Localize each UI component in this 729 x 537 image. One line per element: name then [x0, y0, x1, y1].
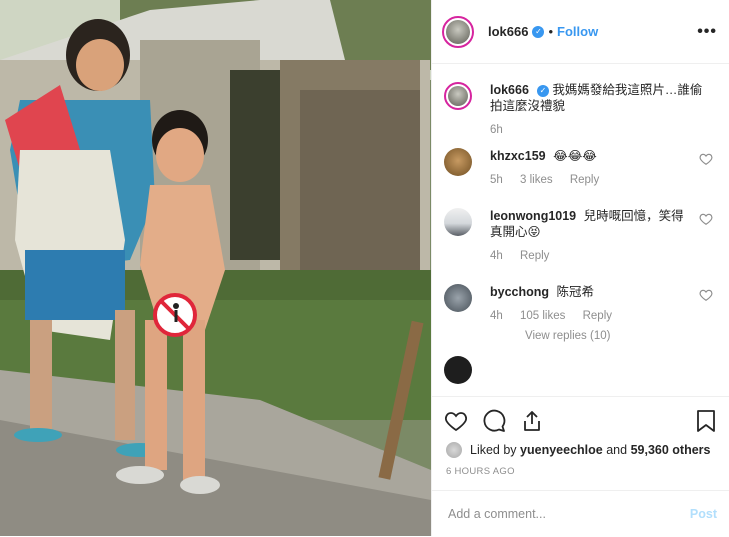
add-comment-bar: Post [432, 490, 729, 537]
like-comment-heart-icon[interactable] [699, 212, 713, 226]
commenter-avatar[interactable] [444, 208, 472, 236]
author-username[interactable]: lok666 [488, 24, 528, 39]
follow-button[interactable]: Follow [557, 24, 598, 39]
comment-item: bycchong 陈冠希 4h 105 likes Reply [444, 284, 713, 324]
comments-list[interactable]: lok666 ✓ 我媽媽發給我這照片…誰偷拍這麼沒禮貌 6h khzxc159 😂… [432, 64, 729, 396]
more-options-icon[interactable]: ••• [697, 23, 717, 41]
verified-badge-icon: ✓ [532, 25, 545, 38]
share-icon[interactable] [520, 409, 544, 433]
comment-item: leonwong1019 兒時嘅回憶，笑得真開心😝 4h Reply [444, 208, 713, 264]
comment-item-partial [444, 356, 713, 384]
reply-button[interactable]: Reply [570, 174, 599, 186]
comment-username[interactable]: bycchong [490, 285, 549, 299]
separator-dot: • [548, 24, 554, 39]
comment-time: 4h [490, 310, 503, 322]
comment-username[interactable]: leonwong1019 [490, 209, 576, 223]
liked-by-and: and [606, 443, 628, 457]
reply-button[interactable]: Reply [520, 250, 549, 262]
commenter-avatar[interactable] [444, 148, 472, 176]
comment-text: 陈冠希 [556, 285, 595, 299]
author-avatar[interactable] [442, 15, 474, 48]
post-photo[interactable] [0, 0, 431, 536]
like-heart-icon[interactable] [444, 409, 468, 433]
post-timestamp: 6 HOURS AGO [446, 466, 515, 477]
bookmark-icon[interactable] [695, 409, 717, 433]
comment-username[interactable]: khzxc159 [490, 149, 546, 163]
post-header: lok666 ✓ • Follow ••• [432, 0, 729, 64]
caption-username[interactable]: lok666 [490, 83, 529, 97]
post-comment-button[interactable]: Post [690, 507, 717, 521]
add-comment-input[interactable] [446, 506, 690, 522]
view-replies-link[interactable]: View replies (10) [525, 330, 713, 342]
commenter-avatar[interactable] [444, 284, 472, 312]
liker-avatar[interactable] [446, 442, 462, 458]
verified-badge-icon: ✓ [536, 84, 549, 97]
photo-illustration [0, 0, 431, 536]
comment-likes-link[interactable]: 3 likes [520, 174, 553, 186]
comment-likes-link[interactable]: 105 likes [520, 310, 565, 322]
comment-text: 😂😂😂 [553, 149, 597, 163]
like-comment-heart-icon[interactable] [699, 288, 713, 302]
commenter-avatar[interactable] [444, 356, 472, 384]
reply-button[interactable]: Reply [583, 310, 612, 322]
likes-summary: Liked by yuenyeechloe and 59,360 others [432, 433, 729, 458]
post-side-panel: lok666 ✓ • Follow ••• lok666 ✓ 我媽媽發給我這照片…… [431, 0, 729, 536]
comment-item: khzxc159 😂😂😂 5h 3 likes Reply [444, 148, 713, 188]
liker-username[interactable]: yuenyeechloe [520, 443, 603, 457]
likes-count-link[interactable]: 59,360 others [631, 443, 711, 457]
like-comment-heart-icon[interactable] [699, 152, 713, 166]
comment-time: 4h [490, 250, 503, 262]
caption-avatar[interactable] [444, 82, 472, 110]
caption-item: lok666 ✓ 我媽媽發給我這照片…誰偷拍這麼沒禮貌 6h [444, 82, 713, 138]
post-actions: Liked by yuenyeechloe and 59,360 others … [432, 396, 729, 537]
comment-time: 5h [490, 174, 503, 186]
liked-by-prefix: Liked by [470, 443, 517, 457]
comment-bubble-icon[interactable] [482, 409, 506, 433]
instagram-post: lok666 ✓ • Follow ••• lok666 ✓ 我媽媽發給我這照片…… [0, 0, 729, 536]
caption-time: 6h [490, 124, 503, 136]
